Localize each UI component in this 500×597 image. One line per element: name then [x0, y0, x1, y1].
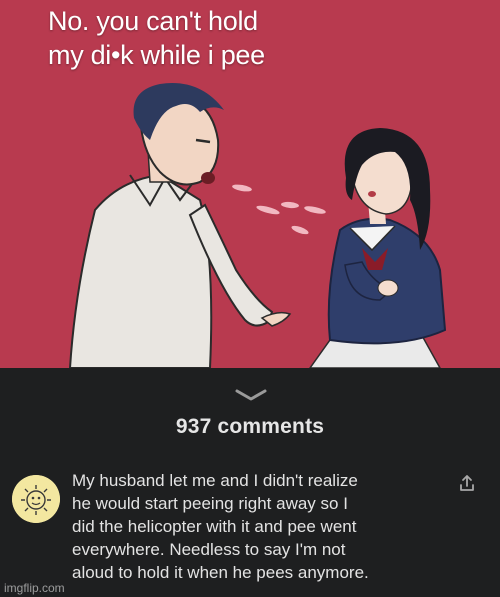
man-figure [68, 83, 292, 368]
comment-line: aloud to hold it when he pees anymore. [72, 563, 369, 582]
caption-line-2: my di•k while i pee [48, 40, 265, 70]
sun-face-icon [12, 475, 60, 523]
meme-caption: No. you can't hold my di•k while i pee [48, 4, 348, 72]
comment-line: everywhere. Needless to say I'm not [72, 540, 346, 559]
comment-line: did the helicopter with it and pee went [72, 517, 357, 536]
comments-count[interactable]: 937 comments [0, 415, 500, 439]
comic-panel: No. you can't hold my di•k while i pee [0, 0, 500, 368]
share-arrow-icon[interactable] [458, 473, 476, 493]
comment-line: My husband let me and I didn't realize [72, 471, 358, 490]
comment-body: My husband let me and I didn't realize h… [72, 469, 452, 584]
chevron-down-icon[interactable] [234, 388, 268, 402]
comments-section: 937 comments My husband let me and I did… [0, 368, 500, 597]
avatar[interactable] [12, 475, 60, 523]
meme-image: No. you can't hold my di•k while i pee 9… [0, 0, 500, 597]
watermark: imgflip.com [4, 581, 65, 595]
spit-lines [232, 184, 326, 235]
comment-line: he would start peeing right away so I [72, 494, 348, 513]
woman-figure [309, 128, 447, 368]
caption-line-1: No. you can't hold [48, 6, 258, 36]
